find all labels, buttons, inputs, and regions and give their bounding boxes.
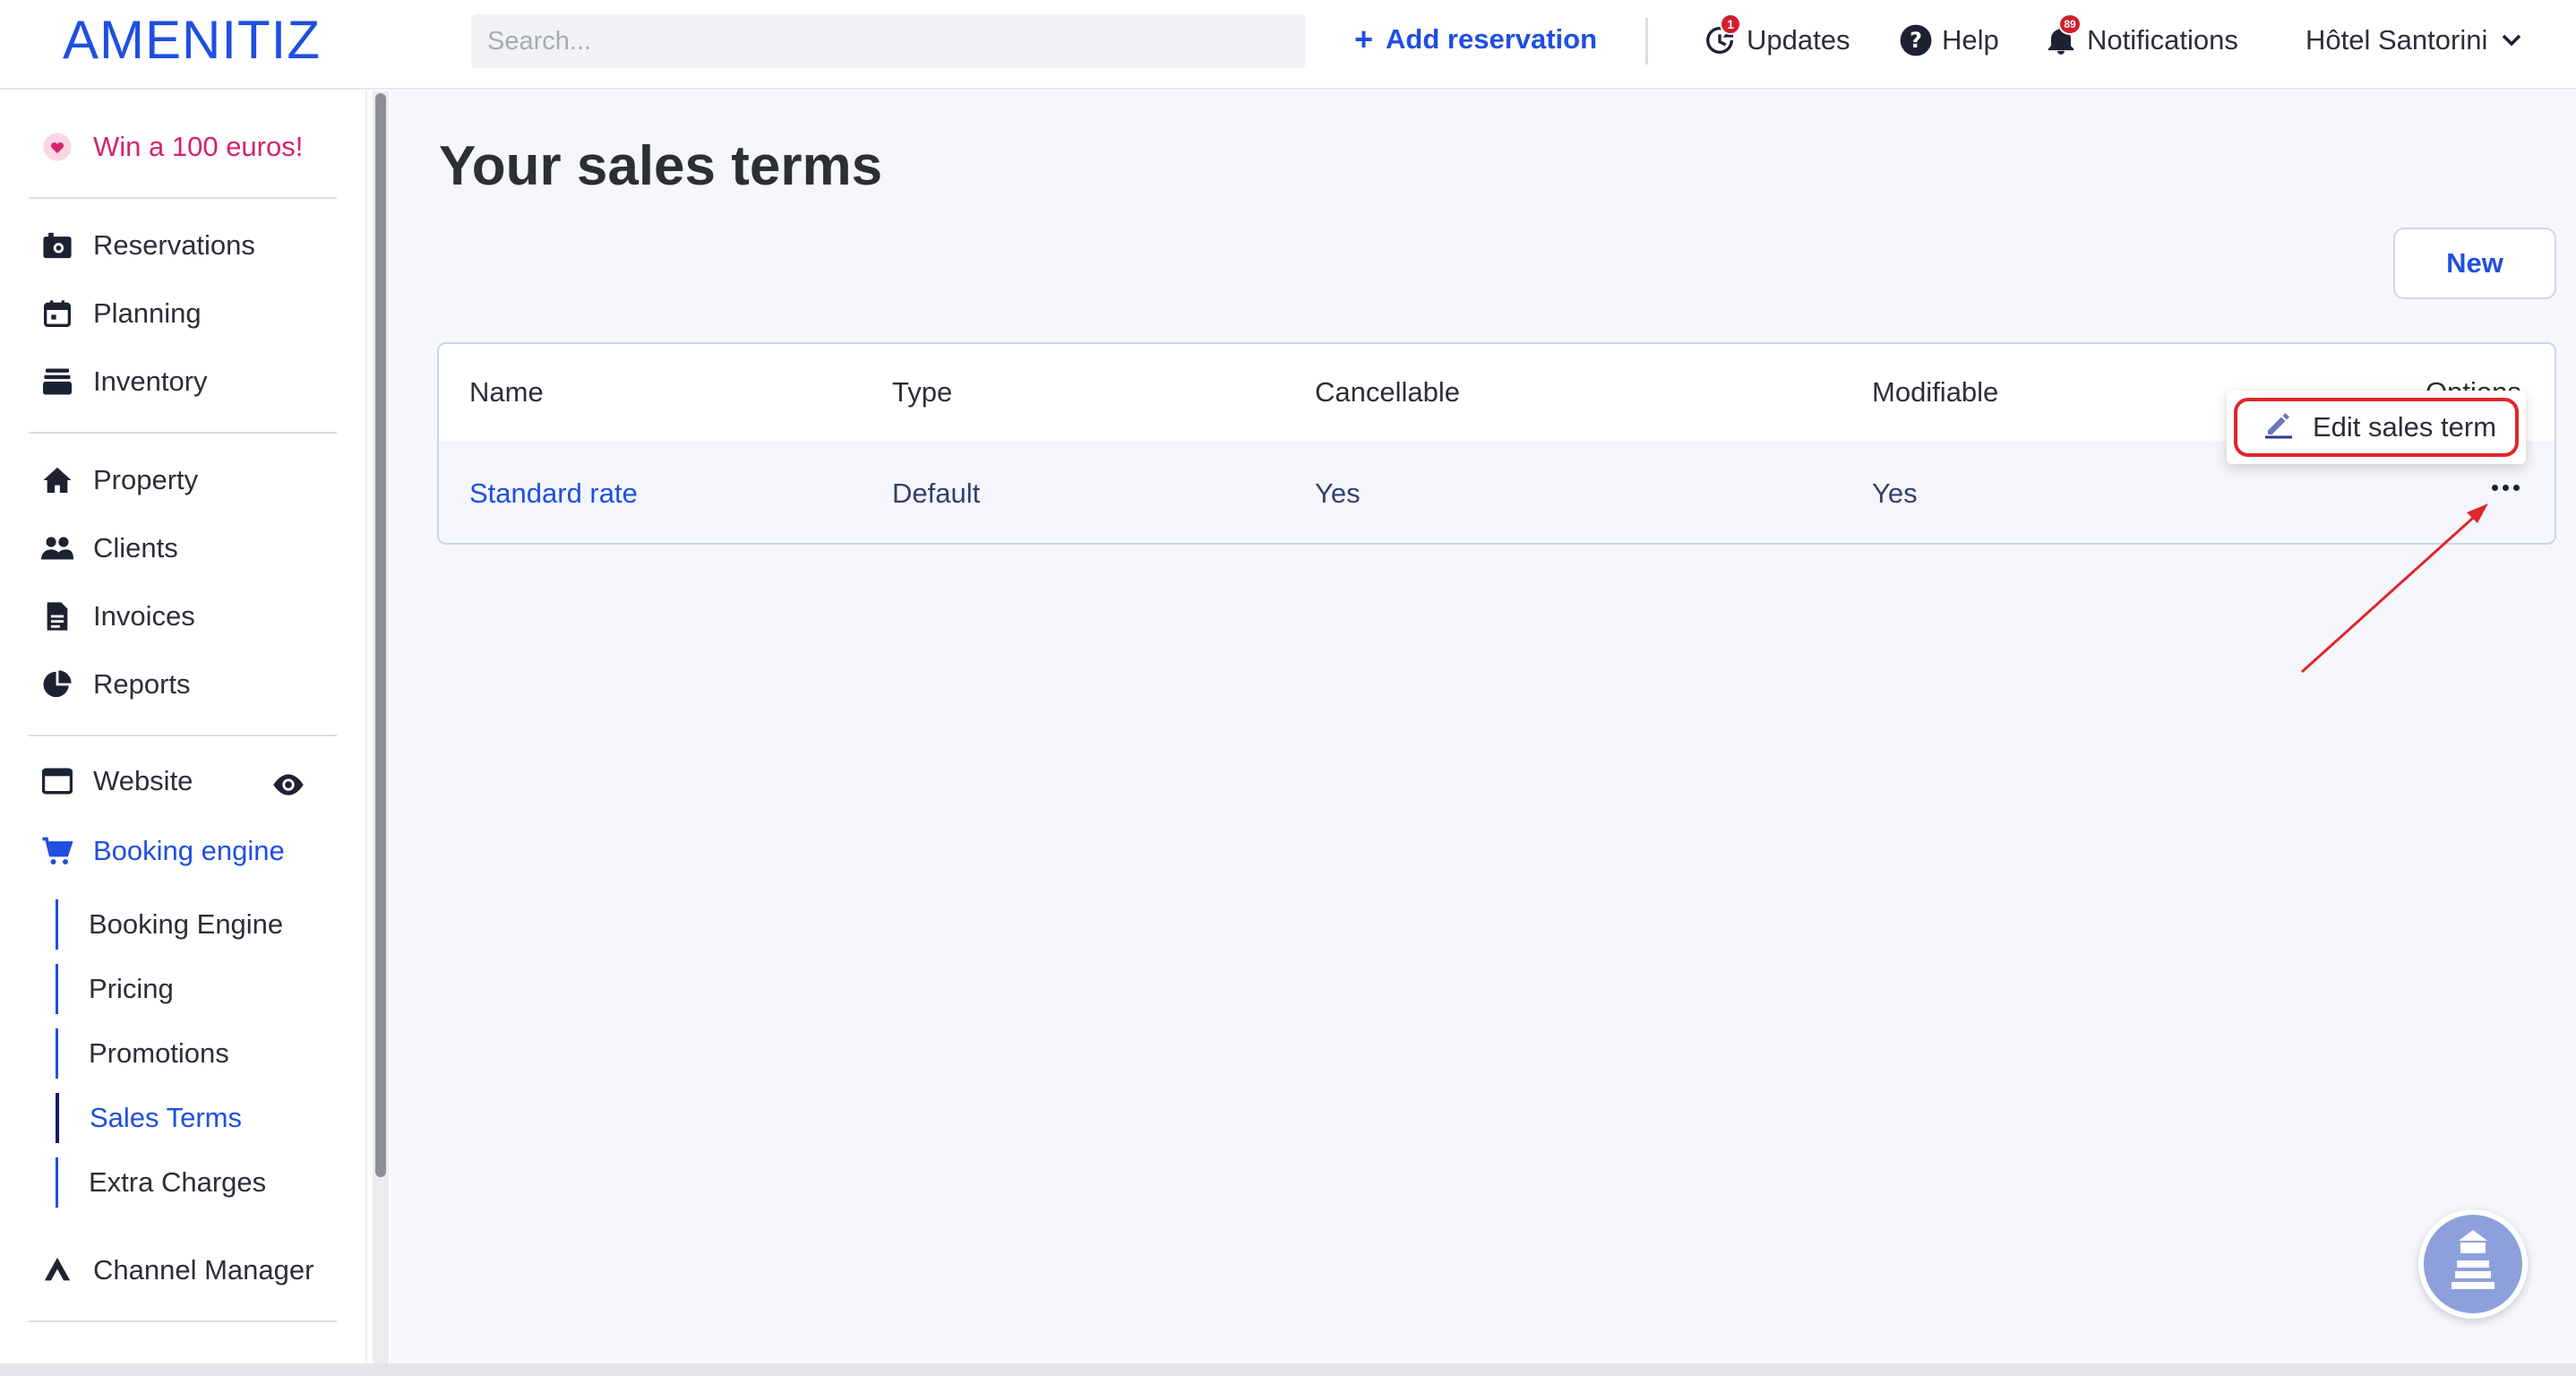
sidebar-border bbox=[365, 91, 367, 1376]
pencil-icon bbox=[2263, 408, 2295, 447]
sidebar-subitem-booking-engine[interactable]: Booking Engine bbox=[56, 899, 283, 950]
sidebar-item-label: Property bbox=[93, 464, 199, 495]
notifications-button[interactable]: 89 Notifications bbox=[2044, 13, 2238, 63]
row-cancellable: Yes bbox=[1315, 477, 1361, 509]
column-header-modifiable: Modifiable bbox=[1872, 376, 1999, 408]
sidebar-item-website[interactable]: Website bbox=[39, 760, 193, 803]
sidebar-subitem-extra-charges[interactable]: Extra Charges bbox=[56, 1157, 266, 1208]
add-reservation-button[interactable]: + Add reservation bbox=[1354, 20, 1597, 59]
sidebar-item-booking-engine[interactable]: Booking engine bbox=[39, 830, 285, 873]
eye-icon[interactable] bbox=[270, 772, 306, 802]
sidebar-divider bbox=[29, 1320, 337, 1322]
sidebar-item-property[interactable]: Property bbox=[39, 459, 198, 502]
row-name-link[interactable]: Standard rate bbox=[469, 471, 638, 516]
help-icon: ? bbox=[1899, 23, 1933, 57]
sidebar-subitem-pricing[interactable]: Pricing bbox=[56, 964, 174, 1014]
sidebar-divider bbox=[29, 432, 337, 434]
inventory-icon bbox=[39, 364, 75, 400]
sidebar-item-inventory[interactable]: Inventory bbox=[39, 360, 208, 403]
sidebar-item-label: Inventory bbox=[93, 366, 208, 397]
sidebar-item-label: Booking engine bbox=[93, 835, 285, 866]
heart-icon bbox=[39, 129, 75, 165]
sidebar-divider bbox=[29, 735, 337, 736]
svg-text:?: ? bbox=[1910, 28, 1922, 53]
edit-sales-term-label: Edit sales term bbox=[2313, 411, 2497, 443]
new-sales-term-button[interactable]: New bbox=[2393, 228, 2556, 299]
help-label: Help bbox=[1942, 24, 1999, 56]
hotel-selector[interactable]: Hôtel Santorini bbox=[2306, 18, 2521, 63]
sidebar-item-clients[interactable]: Clients bbox=[39, 527, 178, 570]
notifications-label: Notifications bbox=[2087, 24, 2238, 56]
sidebar-promo-label: Win a 100 euros! bbox=[93, 131, 304, 162]
column-header-type: Type bbox=[892, 376, 953, 408]
edit-sales-term-menu-item[interactable]: Edit sales term bbox=[2234, 398, 2519, 457]
search-input[interactable] bbox=[471, 14, 1306, 68]
top-bar: AMENITIZ + Add reservation 1 Updates ? H… bbox=[0, 0, 2576, 90]
sidebar-promo-link[interactable]: Win a 100 euros! bbox=[39, 125, 303, 168]
home-icon bbox=[39, 462, 75, 498]
hotel-name: Hôtel Santorini bbox=[2306, 24, 2488, 56]
row-type: Default bbox=[892, 477, 981, 509]
column-header-name: Name bbox=[469, 376, 544, 408]
annotation-arrow bbox=[2300, 503, 2488, 674]
support-chat-button[interactable] bbox=[2418, 1209, 2528, 1319]
calendar-icon bbox=[39, 296, 75, 331]
sidebar-item-reservations[interactable]: Reservations bbox=[39, 224, 255, 267]
topbar-divider bbox=[1645, 18, 1648, 64]
updates-button[interactable]: 1 Updates bbox=[1702, 13, 1850, 63]
sidebar-item-channel-manager[interactable]: Channel Manager bbox=[39, 1249, 313, 1292]
column-header-cancellable: Cancellable bbox=[1315, 376, 1460, 408]
amenitiz-logo[interactable]: AMENITIZ bbox=[63, 9, 321, 71]
page-title: Your sales terms bbox=[439, 135, 883, 197]
bell-icon: 89 bbox=[2044, 13, 2082, 58]
invoice-icon bbox=[39, 598, 75, 634]
updates-badge: 1 bbox=[1720, 13, 1741, 35]
updates-label: Updates bbox=[1747, 24, 1850, 56]
channel-icon bbox=[39, 1252, 75, 1288]
sidebar-item-reports[interactable]: Reports bbox=[39, 663, 191, 706]
clients-icon bbox=[39, 530, 75, 566]
main-content bbox=[391, 91, 2576, 1376]
options-dropdown-menu: Edit sales term bbox=[2227, 391, 2526, 464]
reservations-icon bbox=[39, 228, 75, 263]
add-reservation-label: Add reservation bbox=[1386, 23, 1598, 55]
window-bottom-edge bbox=[0, 1363, 2576, 1376]
sidebar-item-label: Planning bbox=[93, 297, 202, 329]
plus-icon: + bbox=[1354, 21, 1374, 57]
sidebar-item-label: Clients bbox=[93, 532, 178, 563]
sidebar-item-invoices[interactable]: Invoices bbox=[39, 595, 195, 638]
sidebar-subitem-sales-terms[interactable]: Sales Terms bbox=[56, 1093, 242, 1143]
cart-icon bbox=[39, 833, 75, 869]
chevron-down-icon bbox=[2502, 33, 2521, 47]
notifications-badge: 89 bbox=[2058, 13, 2082, 35]
sidebar-item-label: Reports bbox=[93, 668, 191, 700]
sidebar-item-label: Website bbox=[93, 765, 193, 796]
sidebar-divider bbox=[29, 197, 337, 199]
sidebar-scrollbar-thumb[interactable] bbox=[375, 93, 386, 1177]
sidebar-item-label: Reservations bbox=[93, 229, 255, 261]
sidebar-item-label: Channel Manager bbox=[93, 1254, 314, 1286]
help-button[interactable]: ? Help bbox=[1899, 18, 1999, 63]
row-modifiable: Yes bbox=[1872, 477, 1918, 509]
sidebar-subitem-promotions[interactable]: Promotions bbox=[56, 1028, 229, 1079]
pie-chart-icon bbox=[39, 666, 75, 702]
history-icon: 1 bbox=[1702, 13, 1741, 58]
browser-icon bbox=[39, 763, 75, 799]
sidebar-item-planning[interactable]: Planning bbox=[39, 292, 202, 335]
lighthouse-icon bbox=[2441, 1226, 2505, 1303]
sidebar-item-label: Invoices bbox=[93, 600, 195, 632]
